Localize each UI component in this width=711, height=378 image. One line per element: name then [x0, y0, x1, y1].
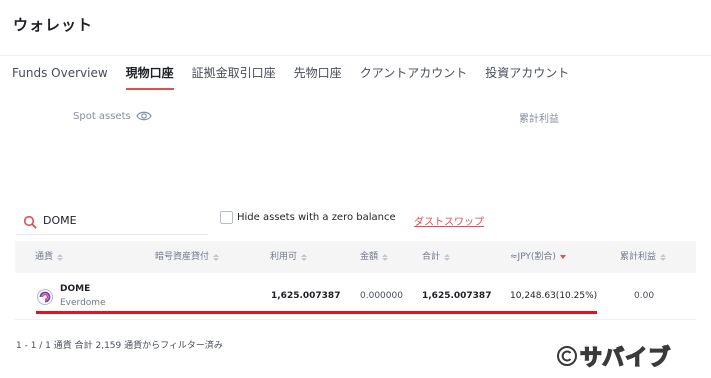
copyright-icon: [556, 345, 578, 367]
column-cumulative-pnl[interactable]: 累計利益: [620, 241, 667, 273]
highlight-underline: [36, 311, 597, 314]
column-available[interactable]: 利用可: [270, 241, 308, 273]
cumulative-pnl-label: 累計利益: [519, 114, 559, 125]
tab-funds-overview[interactable]: Funds Overview: [12, 64, 108, 90]
everdome-logo-icon: [37, 289, 53, 305]
column-label: 累計利益: [620, 252, 657, 262]
page-title: ウォレット: [13, 16, 94, 34]
pagination-summary: 1 - 1 / 1 通貨 合計 2,159 通貨からフィルター済み: [16, 341, 223, 351]
hide-zero-checkbox[interactable]: [220, 211, 233, 224]
column-jpy[interactable]: ≈JPY(割合): [510, 241, 566, 273]
search-input[interactable]: DOME: [16, 207, 208, 235]
column-label: 暗号資産貸付: [155, 252, 210, 262]
sort-icon: [444, 253, 451, 261]
column-label: 金額: [360, 252, 379, 262]
hide-zero-label: Hide assets with a zero balance: [237, 212, 396, 223]
cell-available: 1,625.007387: [271, 291, 341, 301]
table-header: 通貨 暗号資産貸付 利用可 金額 合計 ≈JPY(割合) 累計利益: [15, 241, 696, 273]
sort-icon: [301, 253, 308, 261]
column-label: 合計: [422, 252, 441, 262]
watermark-text: サバイブ: [579, 345, 672, 372]
hide-zero-balance-toggle[interactable]: Hide assets with a zero balance: [220, 211, 396, 224]
column-label: ≈JPY(割合): [510, 252, 556, 262]
column-label: 利用可: [270, 252, 298, 262]
column-amount[interactable]: 金額: [360, 241, 389, 273]
coin-symbol: DOME: [60, 284, 91, 294]
spot-assets-label: Spot assets: [73, 110, 152, 122]
sort-desc-icon: [559, 255, 566, 259]
eye-icon[interactable]: [136, 110, 152, 122]
column-total[interactable]: 合計: [422, 241, 451, 273]
header-divider: [0, 55, 711, 56]
search-icon: [23, 214, 37, 229]
tab-spot-account[interactable]: 現物口座: [125, 64, 174, 90]
tab-quant-account[interactable]: クアントアカウント: [360, 64, 468, 90]
spot-assets-text: Spot assets: [73, 110, 131, 122]
tab-investment-account[interactable]: 投資アカウント: [485, 64, 569, 90]
sort-icon: [57, 253, 64, 261]
cell-total: 1,625.007387: [422, 291, 492, 301]
cell-amount: 0.000000: [360, 291, 403, 301]
account-tabs: Funds Overview 現物口座 証拠金取引口座 先物口座 クアントアカウ…: [12, 64, 587, 90]
watermark: サバイブ: [556, 340, 671, 372]
sort-icon: [660, 253, 667, 261]
column-lending[interactable]: 暗号資産貸付: [155, 241, 220, 273]
sort-icon: [382, 253, 389, 261]
tab-futures-account[interactable]: 先物口座: [294, 64, 342, 90]
dust-swap-link[interactable]: ダストスワップ: [414, 213, 484, 228]
column-currency[interactable]: 通貨: [35, 241, 64, 273]
column-label: 通貨: [35, 252, 54, 262]
coin-name: Everdome: [60, 298, 106, 308]
sort-icon: [213, 253, 220, 261]
search-value: DOME: [43, 214, 77, 227]
cell-cumulative-pnl: 0.00: [634, 291, 655, 301]
cell-jpy: 10,248.63(10.25%): [510, 291, 598, 301]
tab-margin-account[interactable]: 証拠金取引口座: [192, 64, 276, 90]
